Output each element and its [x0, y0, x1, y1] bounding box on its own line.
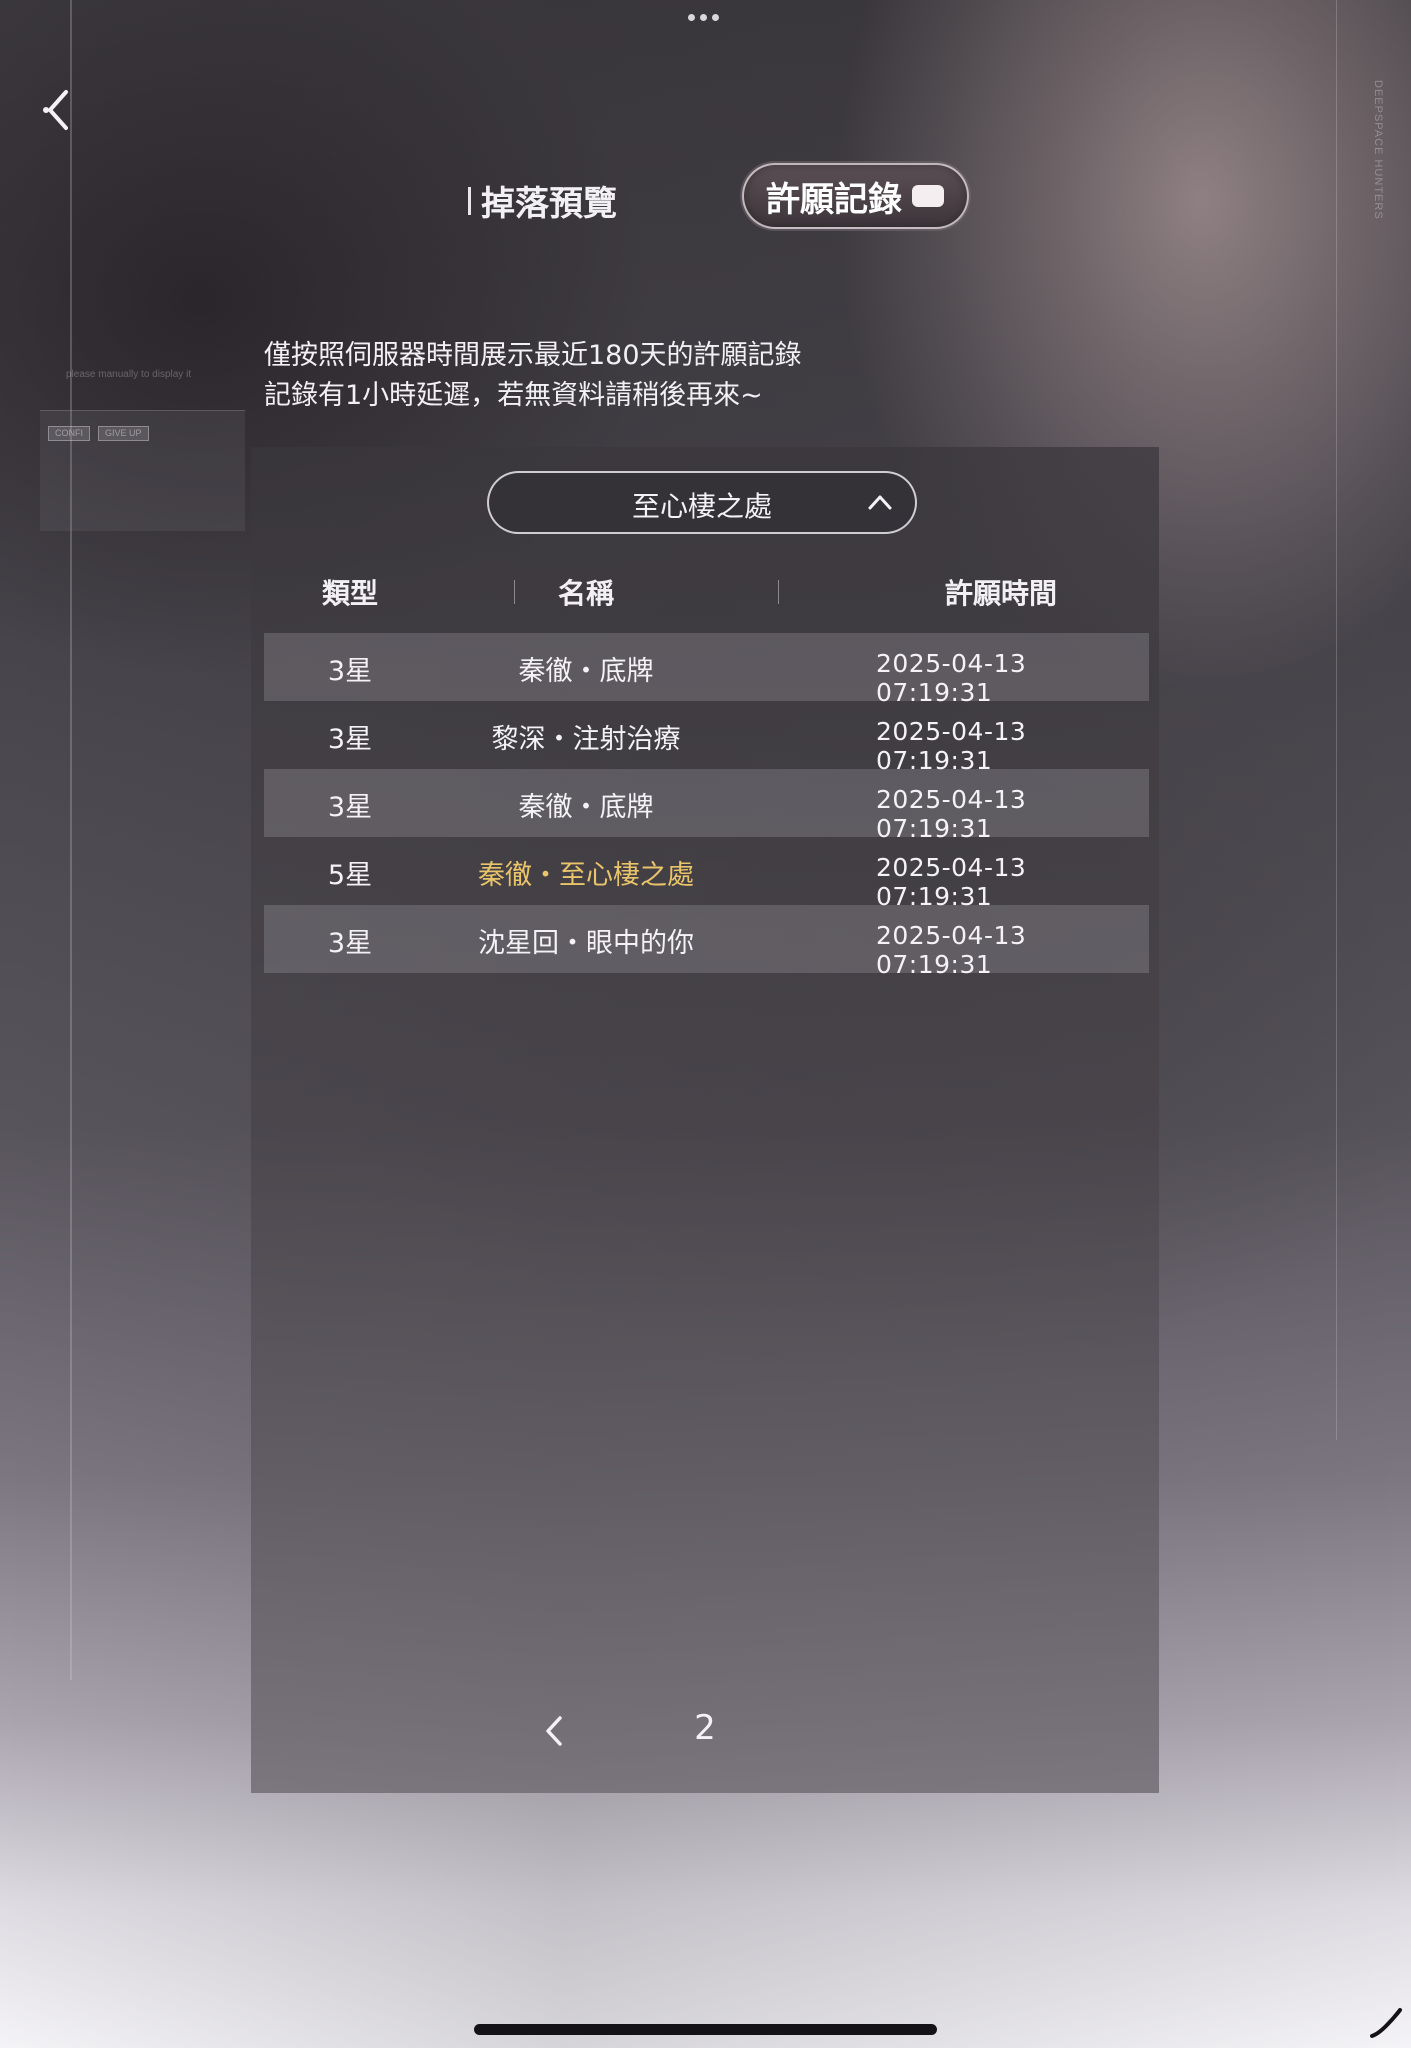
row-type: 3星 — [327, 792, 373, 823]
banner-select-dropdown[interactable]: 至心棲之處 — [487, 471, 917, 534]
tab-header: 掉落預覽 許願記錄 — [0, 160, 1411, 232]
left-divider-line — [70, 0, 72, 1680]
tab-wish-record-tag — [912, 185, 944, 207]
row-name: 沈星回・眼中的你 — [478, 928, 694, 959]
table-header: 類型 名稱 許願時間 — [251, 560, 1159, 620]
tab-wish-record-label: 許願記錄 — [766, 179, 902, 220]
back-arrow-icon — [43, 90, 68, 130]
header-type: 類型 — [321, 577, 378, 610]
prev-page-button[interactable] — [540, 1714, 570, 1748]
row-name: 秦徹・底牌 — [518, 656, 654, 687]
table-row: 3星 沈星回・眼中的你 2025-04-13 07:19:31 — [264, 905, 1149, 979]
wish-record-screen: DEEPSPACE HUNTERS please manually to dis… — [0, 0, 1411, 2048]
left-decor-panel: please manually to display it CONFI GIVE… — [40, 369, 245, 531]
row-time: 2025-04-13 07:19:31 — [876, 853, 1027, 911]
record-list: 3星 秦徹・底牌 2025-04-13 07:19:31 3星 黎深・注射治療 … — [264, 633, 1149, 979]
pen-stroke-icon — [1370, 2008, 1402, 2038]
row-type: 3星 — [327, 928, 373, 959]
notice-line-2: 記錄有1小時延遲，若無資料請稍後再來~ — [264, 380, 763, 411]
row-name: 黎深・注射治療 — [491, 724, 681, 755]
table-row: 3星 黎深・注射治療 2025-04-13 07:19:31 — [264, 701, 1149, 775]
tab-wish-record[interactable]: 許願記錄 — [742, 163, 969, 229]
table-row: 5星 秦徹・至心棲之處 2025-04-13 07:19:31 — [264, 837, 1149, 911]
back-button[interactable] — [38, 86, 78, 134]
header-separator — [778, 580, 779, 604]
row-time: 2025-04-13 07:19:31 — [876, 717, 1027, 775]
home-indicator[interactable] — [474, 2024, 937, 2035]
tab-drop-preview[interactable]: 掉落預覽 — [468, 176, 617, 225]
table-row: 3星 秦徹・底牌 2025-04-13 07:19:31 — [264, 633, 1149, 707]
notice-line-1: 僅按照伺服器時間展示最近180天的許願記錄 — [264, 340, 802, 371]
chevron-up-icon — [868, 495, 892, 510]
current-page-number: 2 — [694, 1708, 716, 1748]
more-dots-icon[interactable] — [688, 14, 724, 24]
row-time: 2025-04-13 07:19:31 — [876, 649, 1027, 707]
left-decor-buttons: CONFI GIVE UP — [48, 426, 149, 441]
confirm-mini-button: CONFI — [48, 426, 90, 441]
pagination: 2 — [0, 1700, 1411, 1760]
header-time: 許願時間 — [944, 577, 1057, 610]
row-name: 秦徹・底牌 — [518, 792, 654, 823]
give-up-mini-button: GIVE UP — [98, 426, 149, 441]
tab-drop-preview-label: 掉落預覽 — [481, 184, 617, 224]
header-name: 名稱 — [557, 577, 614, 610]
table-row: 3星 秦徹・底牌 2025-04-13 07:19:31 — [264, 769, 1149, 843]
row-type: 3星 — [327, 724, 373, 755]
tab-marker — [468, 186, 471, 215]
row-name: 秦徹・至心棲之處 — [478, 860, 694, 891]
chevron-left-icon — [546, 1716, 562, 1746]
row-type: 5星 — [327, 860, 373, 891]
row-time: 2025-04-13 07:19:31 — [876, 785, 1027, 843]
row-type: 3星 — [327, 656, 373, 687]
left-decor-caption: please manually to display it — [66, 369, 192, 380]
notice-text: 僅按照伺服器時間展示最近180天的許願記錄 記錄有1小時延遲，若無資料請稍後再來… — [264, 336, 802, 416]
row-time: 2025-04-13 07:19:31 — [876, 921, 1027, 979]
banner-select-label: 至心棲之處 — [631, 490, 772, 523]
